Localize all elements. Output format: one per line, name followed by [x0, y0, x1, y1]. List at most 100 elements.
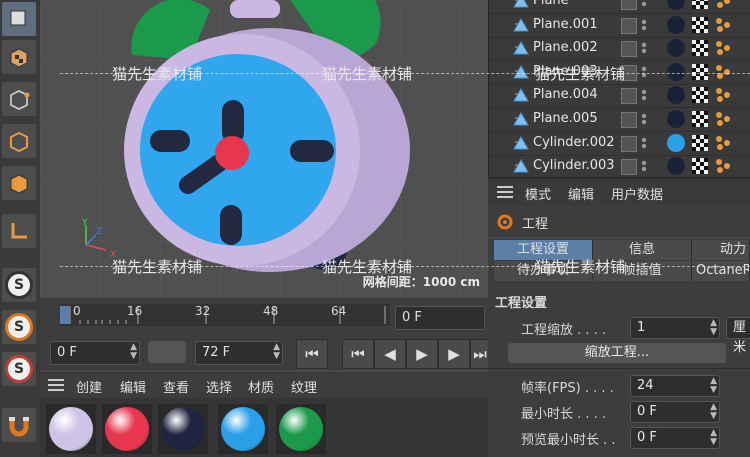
object-row[interactable]: Plane.002	[489, 37, 750, 62]
viewport-3d[interactable]: Y X Z 网格间距：1000 cm	[40, 0, 488, 298]
edit-toggle-icon[interactable]	[621, 135, 637, 152]
object-name[interactable]: Plane.004	[533, 87, 598, 102]
current-frame-field[interactable]: 0 F	[395, 306, 485, 330]
go-to-start-button[interactable]: ⏮	[296, 339, 328, 369]
visibility-dots-icon[interactable]	[641, 66, 647, 78]
uv-tag-icon[interactable]	[714, 63, 732, 81]
visibility-dots-icon[interactable]	[641, 113, 647, 125]
menu-user-data[interactable]: 用户数据	[611, 184, 663, 203]
object-row[interactable]: Plane.005	[489, 108, 750, 132]
play-button[interactable]: ▶	[406, 339, 438, 369]
visibility-dots-icon[interactable]	[641, 89, 647, 101]
menu-mode[interactable]: 模式	[525, 184, 551, 203]
material-tag-icon[interactable]	[667, 110, 685, 128]
tab-octane[interactable]: OctaneRender	[692, 261, 750, 281]
menu-edit[interactable]: 编辑	[120, 377, 146, 396]
uv-tag-icon[interactable]	[714, 86, 732, 104]
uv-tag-icon[interactable]	[714, 16, 732, 34]
object-name[interactable]: Plane.001	[533, 17, 598, 32]
axis-mode-icon[interactable]	[2, 214, 36, 248]
object-name[interactable]: Plane.002	[533, 40, 598, 55]
go-to-prev-key-button[interactable]: ⏮	[342, 339, 374, 369]
material-tag-icon[interactable]	[667, 39, 685, 58]
step-back-button[interactable]: ◀	[374, 339, 406, 369]
object-row[interactable]: Plane.004	[489, 84, 750, 109]
texture-tag-icon[interactable]	[692, 16, 708, 33]
object-row[interactable]: Plane.001	[489, 14, 750, 38]
uv-tag-icon[interactable]	[714, 0, 732, 10]
menu-icon[interactable]	[497, 186, 513, 198]
object-name[interactable]: Cylinder.003	[533, 158, 615, 173]
range-slider[interactable]	[148, 341, 186, 363]
visibility-dots-icon[interactable]	[641, 0, 647, 7]
object-row[interactable]: Cylinder.002	[489, 132, 750, 156]
scale-project-button[interactable]: 缩放工程...	[508, 343, 726, 363]
edit-toggle-icon[interactable]	[621, 17, 637, 34]
go-to-next-key-button[interactable]: ⏭	[470, 339, 490, 369]
texture-tag-icon[interactable]	[692, 0, 708, 9]
edit-toggle-icon[interactable]	[621, 41, 637, 58]
material-tag-icon[interactable]	[667, 0, 685, 10]
object-name[interactable]: Plane	[533, 0, 569, 8]
material-tag-icon[interactable]	[667, 86, 685, 105]
material-tag-icon[interactable]	[667, 62, 685, 81]
start-frame-field[interactable]: 0 F ▲ ▼	[50, 341, 140, 365]
object-name[interactable]: Cylinder.002	[533, 135, 615, 150]
model-mode-icon[interactable]	[2, 2, 36, 36]
material-swatch[interactable]	[158, 404, 208, 454]
texture-mode-icon[interactable]	[2, 40, 36, 74]
object-row[interactable]: Cylinder.003	[489, 155, 750, 180]
polygons-mode-icon[interactable]	[2, 166, 36, 200]
menu-texture[interactable]: 纹理	[291, 377, 317, 396]
edit-toggle-icon[interactable]	[621, 0, 637, 10]
fps-field[interactable]: 24 ▲ ▼	[630, 375, 720, 397]
visibility-dots-icon[interactable]	[641, 160, 647, 172]
edit-toggle-icon[interactable]	[621, 159, 637, 176]
watermark-text: 猫先生素材铺	[112, 258, 203, 276]
visibility-dots-icon[interactable]	[641, 19, 647, 31]
menu-create[interactable]: 创建	[76, 377, 102, 396]
texture-tag-icon[interactable]	[692, 40, 708, 57]
menu-view[interactable]: 查看	[163, 377, 189, 396]
preview-min-field[interactable]: 0 F ▲ ▼	[630, 427, 720, 449]
material-swatch[interactable]	[218, 404, 268, 454]
magnet-icon[interactable]	[2, 408, 36, 442]
edit-toggle-icon[interactable]	[621, 88, 637, 105]
uv-tag-icon[interactable]	[714, 110, 732, 128]
material-tag-icon[interactable]	[667, 133, 685, 152]
material-swatch[interactable]	[102, 404, 152, 454]
material-swatch[interactable]	[46, 404, 96, 454]
step-forward-button[interactable]: ▶	[438, 339, 470, 369]
texture-tag-icon[interactable]	[692, 158, 708, 175]
object-row[interactable]: Plane	[489, 0, 750, 14]
material-tag-icon[interactable]	[667, 157, 685, 176]
scale-unit-select[interactable]: 厘米	[726, 317, 750, 355]
timeline-ruler[interactable]: 0 16 32 48 64 0 F	[40, 298, 488, 336]
visibility-dots-icon[interactable]	[641, 42, 647, 54]
snap-icon[interactable]: S	[2, 268, 36, 302]
end-frame-field[interactable]: 72 F ▲ ▼	[195, 341, 283, 365]
scale-value-field[interactable]: 1 ▲ ▼	[630, 317, 720, 339]
menu-select[interactable]: 选择	[206, 377, 232, 396]
texture-tag-icon[interactable]	[692, 87, 708, 104]
menu-icon[interactable]	[48, 379, 64, 391]
edges-mode-icon[interactable]	[2, 124, 36, 158]
material-swatch[interactable]	[276, 404, 326, 454]
uv-tag-icon[interactable]	[714, 39, 732, 57]
uv-tag-icon[interactable]	[714, 157, 732, 175]
object-name[interactable]: Plane.005	[533, 111, 598, 126]
menu-edit[interactable]: 编辑	[568, 184, 594, 203]
texture-tag-icon[interactable]	[692, 111, 708, 127]
texture-tag-icon[interactable]	[692, 63, 708, 80]
workplane-snap-icon[interactable]: S	[2, 352, 36, 386]
snap-settings-icon[interactable]: S	[2, 310, 36, 344]
material-tag-icon[interactable]	[667, 15, 685, 34]
menu-material[interactable]: 材质	[248, 377, 274, 396]
texture-tag-icon[interactable]	[692, 134, 708, 151]
min-time-field[interactable]: 0 F ▲ ▼	[630, 401, 720, 423]
edit-toggle-icon[interactable]	[621, 112, 637, 128]
visibility-dots-icon[interactable]	[641, 137, 647, 149]
tab-dynamics[interactable]: 动力学	[692, 240, 750, 277]
points-mode-icon[interactable]	[2, 82, 36, 116]
uv-tag-icon[interactable]	[714, 134, 732, 152]
